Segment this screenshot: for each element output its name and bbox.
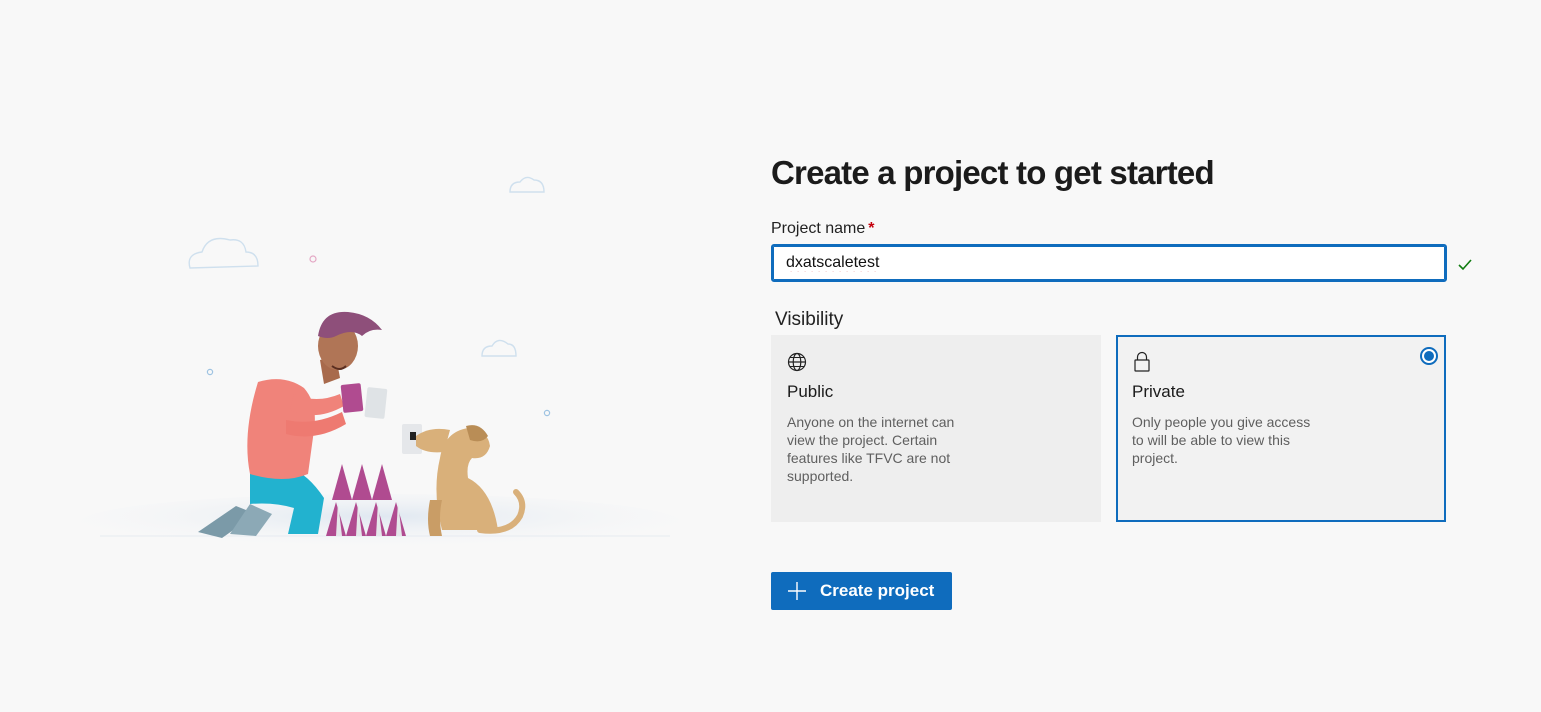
- globe-icon: [787, 352, 807, 372]
- page-title: Create a project to get started: [771, 154, 1215, 191]
- checkmark-icon: [1458, 259, 1472, 271]
- public-option-description: Anyone on the internet can view the proj…: [787, 414, 955, 484]
- project-name-label-text: Project name: [771, 220, 866, 237]
- person-building-card-house-with-dog-illustration: [80, 176, 680, 550]
- private-option-title: Private: [1132, 382, 1185, 401]
- private-option-description: Only people you give access to will be a…: [1132, 414, 1311, 466]
- public-option-title: Public: [787, 382, 834, 401]
- project-name-field: [771, 244, 1447, 282]
- lock-icon: [1134, 351, 1150, 372]
- visibility-option-private[interactable]: Private Only people you give access to w…: [1116, 335, 1446, 522]
- project-name-input[interactable]: [771, 244, 1447, 282]
- plus-icon: [788, 582, 806, 600]
- visibility-option-public[interactable]: Public Anyone on the internet can view t…: [771, 335, 1101, 522]
- create-project-button[interactable]: Create project: [771, 572, 952, 610]
- required-marker: *: [868, 220, 875, 237]
- private-selected-radio[interactable]: [1420, 347, 1438, 365]
- create-project-label: Create project: [820, 581, 935, 600]
- project-name-label: Project name *: [771, 220, 875, 238]
- create-project-page: Create a project to get started Project …: [0, 0, 1541, 712]
- visibility-label: Visibility: [775, 309, 844, 330]
